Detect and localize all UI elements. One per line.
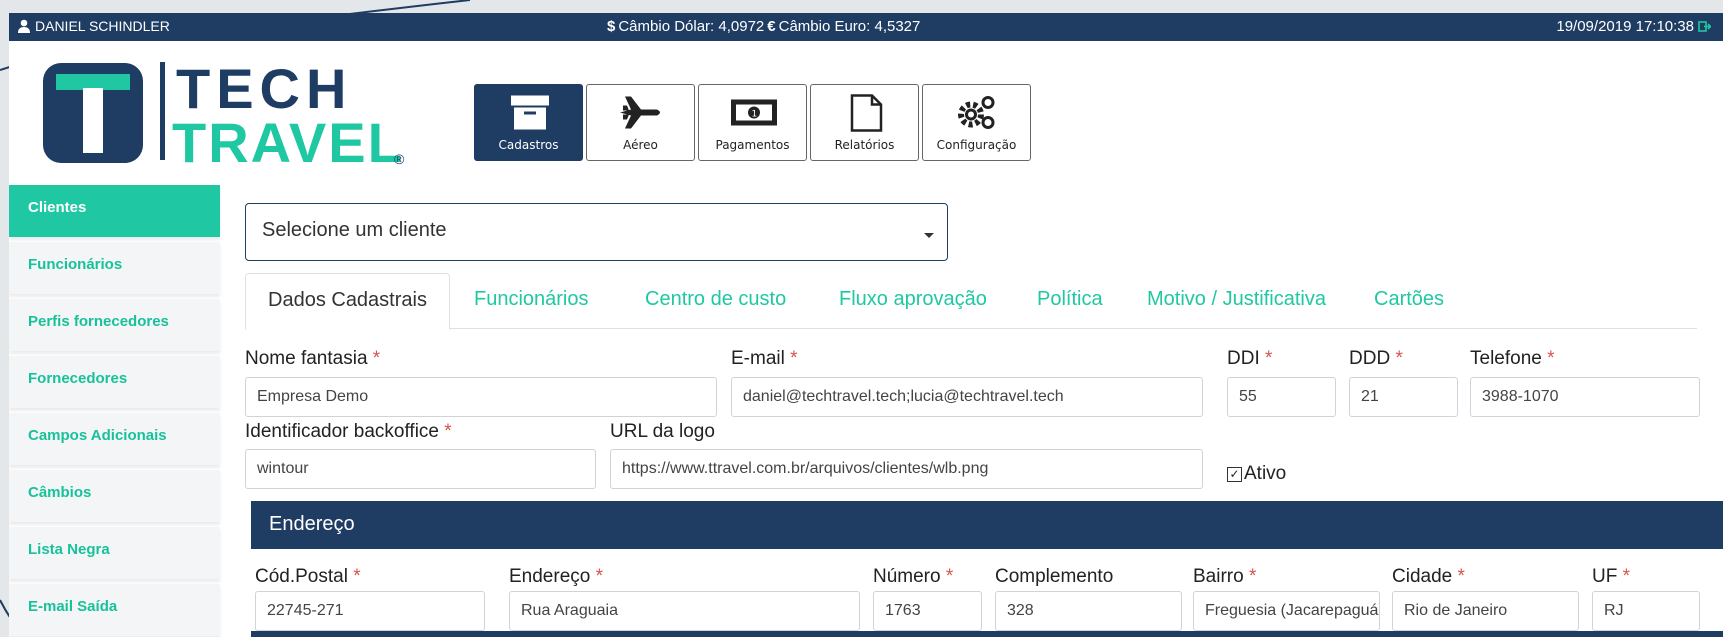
- uf-input[interactable]: RJ: [1592, 591, 1700, 631]
- euro-icon: €: [767, 18, 776, 35]
- bairro-label: Bairro *: [1193, 566, 1257, 587]
- url-logo-label: URL da logo: [610, 421, 715, 442]
- bairro-input[interactable]: Freguesia (Jacarepaguá): [1193, 591, 1380, 631]
- money-icon: 1: [731, 99, 777, 126]
- toolbar-label: Aéreo: [623, 138, 658, 152]
- email-input[interactable]: daniel@techtravel.tech;lucia@techtravel.…: [731, 377, 1203, 417]
- plane-icon: [620, 96, 660, 129]
- sidebar-item-funcionarios[interactable]: Funcionários: [9, 242, 220, 294]
- sidebar-item-perfis-fornecedores[interactable]: Perfis fornecedores: [9, 299, 220, 351]
- tab-funcionarios[interactable]: Funcionários: [474, 273, 589, 330]
- toolbar-button-cadastros[interactable]: Cadastros: [474, 84, 583, 161]
- logo-registered: ®: [394, 151, 405, 167]
- gears-icon: [958, 96, 995, 129]
- cod-postal-input[interactable]: 22745-271: [255, 591, 485, 631]
- dollar-rate: Câmbio Dólar: 4,0972: [618, 18, 765, 35]
- toolbar-label: Configuração: [936, 138, 1017, 152]
- checkbox-checked-icon: ✓: [1227, 466, 1242, 482]
- ddd-input[interactable]: 21: [1349, 377, 1458, 417]
- ddi-label: DDI *: [1227, 348, 1273, 369]
- tech-travel-logo[interactable]: TECH TRAVEL ®: [36, 58, 456, 168]
- tab-dados-cadastrais[interactable]: Dados Cadastrais: [245, 273, 450, 330]
- toolbar-label: Relatórios: [834, 138, 895, 152]
- sidebar: Clientes Funcionários Perfis fornecedore…: [9, 185, 220, 637]
- sidebar-item-campos-adicionais[interactable]: Campos Adicionais: [9, 413, 220, 465]
- ddd-label: DDD *: [1349, 348, 1403, 369]
- toolbar-label: Cadastros: [498, 138, 559, 152]
- toolbar-button-pagamentos[interactable]: 1 Pagamentos: [698, 84, 807, 161]
- numero-input[interactable]: 1763: [873, 591, 982, 631]
- cod-postal-label: Cód.Postal *: [255, 566, 361, 587]
- complemento-label: Complemento: [995, 566, 1114, 587]
- caret-down-icon: [924, 233, 934, 238]
- sidebar-item-fornecedores[interactable]: Fornecedores: [9, 356, 220, 408]
- endereco-section-header: Endereço: [251, 501, 1723, 549]
- next-section-header: [251, 631, 1723, 637]
- logo-line2: TRAVEL: [172, 111, 404, 168]
- exchange-rates: $ Câmbio Dólar: 4,0972 € Câmbio Euro: 4,…: [607, 18, 920, 35]
- complemento-input[interactable]: 328: [995, 591, 1182, 631]
- client-select[interactable]: Selecione um cliente: [245, 203, 948, 261]
- datetime: 19/09/2019 17:10:38: [1556, 18, 1694, 35]
- toolbar-button-aereo[interactable]: Aéreo: [586, 84, 695, 161]
- datetime-area: 19/09/2019 17:10:38: [1556, 18, 1711, 35]
- endereco-input[interactable]: Rua Araguaia: [509, 591, 860, 631]
- header: TECH TRAVEL ® Cadastros Aéreo 1 Pagament…: [27, 41, 1723, 191]
- backoffice-input[interactable]: wintour: [245, 449, 596, 489]
- logout-icon[interactable]: [1698, 20, 1711, 33]
- nome-fantasia-label: Nome fantasia *: [245, 348, 381, 369]
- sidebar-item-clientes[interactable]: Clientes: [9, 185, 220, 237]
- ativo-label: Ativo: [1244, 463, 1287, 484]
- tab-politica[interactable]: Política: [1037, 273, 1103, 330]
- cidade-label: Cidade *: [1392, 566, 1465, 587]
- url-logo-input[interactable]: https://www.ttravel.com.br/arquivos/clie…: [610, 449, 1203, 489]
- cidade-input[interactable]: Rio de Janeiro: [1392, 591, 1579, 631]
- nome-fantasia-input[interactable]: Empresa Demo: [245, 377, 717, 417]
- toolbar-button-relatorios[interactable]: Relatórios: [810, 84, 919, 161]
- uf-label: UF *: [1592, 566, 1631, 587]
- euro-rate: Câmbio Euro: 4,5327: [778, 18, 921, 35]
- toolbar-label: Pagamentos: [715, 138, 790, 152]
- user-icon: [18, 19, 30, 33]
- endereco-label: Endereço *: [509, 566, 604, 587]
- sidebar-item-email-saida[interactable]: E-mail Saída: [9, 584, 220, 636]
- telefone-label: Telefone *: [1470, 348, 1555, 369]
- file-icon: [850, 94, 883, 132]
- main-content: Selecione um cliente Dados Cadastrais Fu…: [245, 185, 1723, 637]
- telefone-input[interactable]: 3988-1070: [1470, 377, 1700, 417]
- app-window: DANIEL SCHINDLER $ Câmbio Dólar: 4,0972 …: [9, 13, 1723, 637]
- ativo-checkbox[interactable]: ✓ Ativo: [1227, 463, 1286, 485]
- numero-label: Número *: [873, 566, 954, 587]
- archive-icon: [511, 95, 549, 130]
- top-bar: DANIEL SCHINDLER $ Câmbio Dólar: 4,0972 …: [9, 13, 1723, 41]
- client-select-placeholder: Selecione um cliente: [262, 219, 447, 241]
- tab-motivo-justificativa[interactable]: Motivo / Justificativa: [1147, 273, 1326, 330]
- sidebar-item-lista-negra[interactable]: Lista Negra: [9, 527, 220, 579]
- tab-bar: Dados Cadastrais Funcionários Centro de …: [245, 273, 1697, 330]
- tab-fluxo-aprovacao[interactable]: Fluxo aprovação: [839, 273, 987, 330]
- backoffice-label: Identificador backoffice *: [245, 421, 452, 442]
- svg-text:1: 1: [752, 110, 758, 120]
- email-label: E-mail *: [731, 348, 798, 369]
- tab-cartoes[interactable]: Cartões: [1374, 273, 1444, 330]
- sidebar-item-cambios[interactable]: Câmbios: [9, 470, 220, 522]
- ddi-input[interactable]: 55: [1227, 377, 1336, 417]
- toolbar-button-configuracao[interactable]: Configuração: [922, 84, 1031, 161]
- dollar-icon: $: [607, 18, 616, 35]
- user-name: DANIEL SCHINDLER: [35, 18, 170, 34]
- user-info[interactable]: DANIEL SCHINDLER: [17, 18, 170, 34]
- tab-centro-de-custo[interactable]: Centro de custo: [645, 273, 786, 330]
